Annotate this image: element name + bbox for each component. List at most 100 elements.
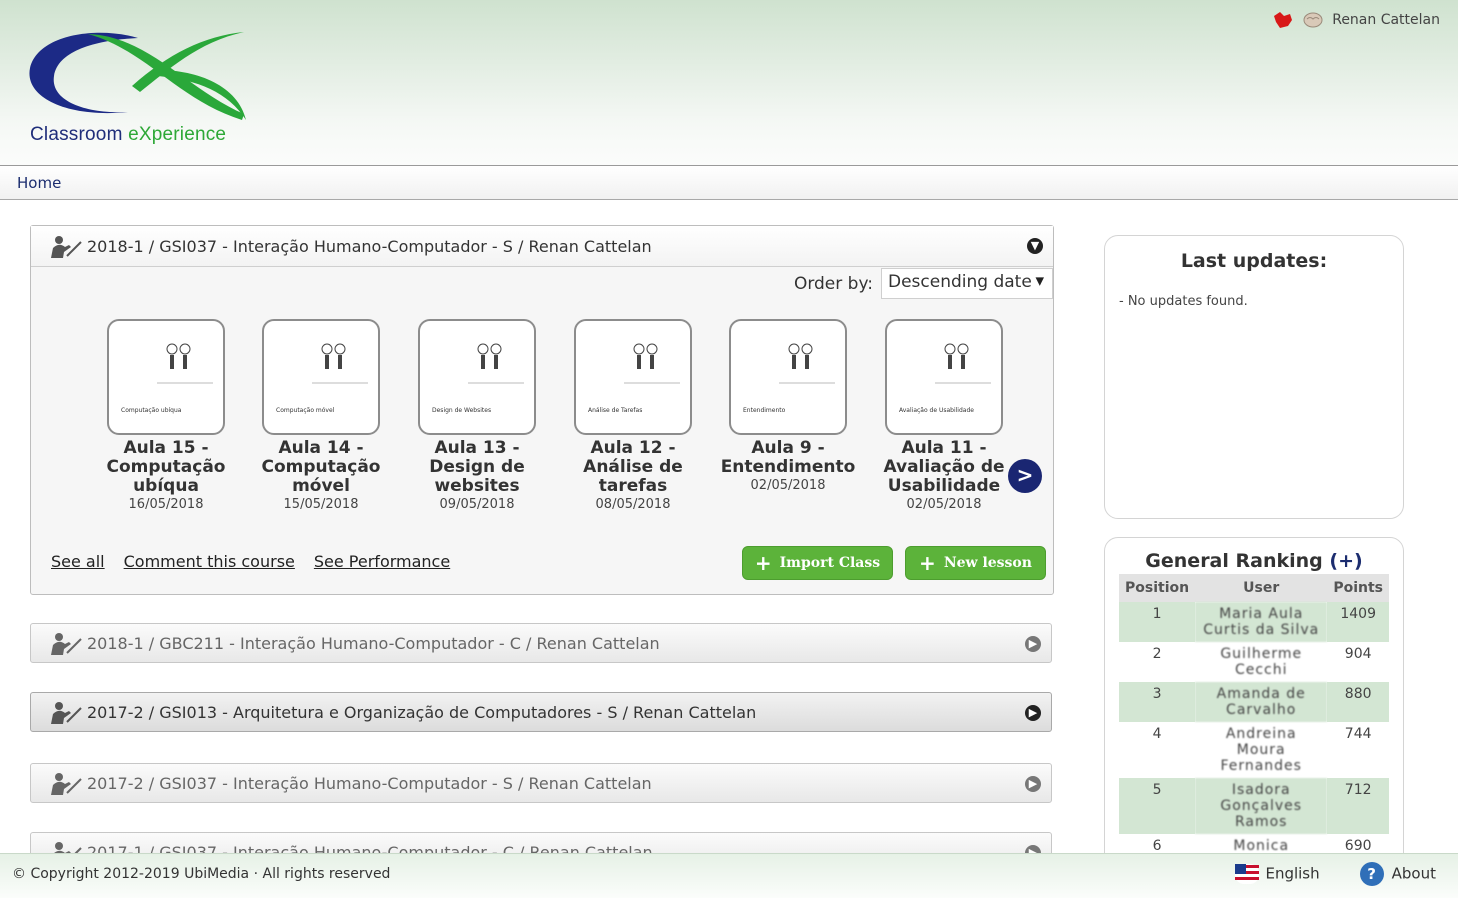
lesson-card[interactable]: Análise de Tarefas Aula 12 - Análise de ta… [555,319,711,512]
ranking-user[interactable]: Maria Aula Curtis da Silva [1195,602,1328,642]
course-title: 2017-2 / GSI037 - Interação Humano-Compu… [87,773,652,793]
teacher-icon [51,236,82,258]
import-class-button[interactable]: + Import Class [742,546,893,580]
col-user: User [1195,574,1328,602]
thumb-label: Design de Websites [432,407,492,414]
lesson-thumbnail[interactable]: Computação ubíqua [107,319,225,435]
lesson-title: Aula 9 - Entendimento [720,438,856,477]
lesson-card[interactable]: Computação móvel Aula 14 - Computação móve… [243,319,399,512]
carousel-next-button[interactable]: > [1008,459,1042,493]
lesson-date: 16/05/2018 [128,497,204,512]
lesson-thumbnail[interactable]: Computação móvel [262,319,380,435]
see-performance-link[interactable]: See Performance [314,552,450,571]
ranking-header-row: Position User Points [1119,574,1389,602]
lesson-thumbnail[interactable]: Análise de Tarefas [574,319,692,435]
order-select-value: Descending date [888,272,1032,292]
lesson-title: Aula 11 - Avaliação de Usabilidade [883,438,1005,496]
table-row: 4 Andreina Moura Fernandes 744 [1119,722,1389,778]
last-updates-title: Last updates: [1180,250,1328,272]
page-header: Classroom eXperience Renan Cattelan [0,0,1458,166]
plus-icon: + [754,551,772,575]
course-panel-collapsed[interactable]: 2017-2 / GSI013 - Arquitetura e Organiza… [30,692,1052,732]
ranking-more-link[interactable]: (+) [1329,550,1362,572]
order-select[interactable]: Descending date [881,268,1053,299]
ranking-title-text: General Ranking [1145,550,1323,572]
last-updates-panel: Last updates: - No updates found. [1104,235,1404,519]
lesson-title: Aula 13 - Design de websites [429,438,525,496]
ranking-user[interactable]: Andreina Moura Fernandes [1195,722,1327,778]
import-class-label: Import Class [779,555,881,571]
table-row: 3 Amanda de Carvalho 880 [1119,682,1389,722]
lesson-carousel: Computação ubíqua Aula 15 - Computação ubí… [88,319,1042,519]
user-name[interactable]: Renan Cattelan [1332,12,1440,28]
notification-state-icon[interactable] [1272,10,1294,30]
about-label: About [1391,864,1436,883]
teacher-icon [51,702,82,724]
course-title: 2017-2 / GSI013 - Arquitetura e Organiza… [87,702,757,722]
lesson-date: 09/05/2018 [439,497,515,512]
classroom-experience-logo[interactable]: Classroom eXperience [28,30,248,155]
copyright-text: © Copyright 2012-2019 UbiMedia · All rig… [12,866,391,882]
teacher-icon [51,773,82,795]
course-panel-open: 2018-1 / GSI037 - Interação Humano-Compu… [30,225,1054,595]
ranking-user[interactable]: Isadora Gonçalves Ramos [1195,778,1328,834]
ranking-user[interactable]: Amanda de Carvalho [1195,682,1328,722]
lesson-thumbnail[interactable]: Avaliação de Usabilidade [885,319,1003,435]
ranking-user[interactable]: Guilherme Cecchi [1195,642,1327,682]
about-link[interactable]: ? About [1359,862,1436,886]
home-link[interactable]: Home [17,174,61,192]
teacher-icon [51,633,82,655]
see-all-link[interactable]: See all [51,552,105,571]
ranking-title: General Ranking (+) [1105,550,1403,572]
lesson-date: 02/05/2018 [750,478,826,493]
order-control: Order by: Descending date [794,268,1053,299]
breadcrumb-bar: Home [0,166,1458,200]
ranking-table: Position User Points 1 Maria Aula Curtis … [1119,574,1389,868]
col-position: Position [1119,574,1196,602]
user-area: Renan Cattelan [1272,10,1440,30]
lesson-date: 08/05/2018 [595,497,671,512]
course-title: 2018-1 / GBC211 - Interação Humano-Compu… [87,633,660,653]
thumb-label: Avaliação de Usabilidade [899,407,974,414]
expand-arrow-icon[interactable]: ▶ [1025,636,1041,652]
lesson-date: 02/05/2018 [906,497,982,512]
thumb-label: Análise de Tarefas [588,407,643,414]
collapse-arrow-icon[interactable]: ▼ [1027,238,1043,254]
course-panel-collapsed[interactable]: 2017-2 / GSI037 - Interação Humano-Compu… [30,763,1052,803]
ranking-panel: General Ranking (+) Position User Points… [1104,537,1404,869]
plus-icon: + [919,551,936,575]
lesson-card[interactable]: Computação ubíqua Aula 15 - Computação ubí… [88,319,244,512]
logo-mark [29,32,246,120]
us-flag-icon [1235,864,1260,884]
footer-links: English ? About [1235,862,1436,886]
brain-avatar-icon[interactable] [1302,10,1324,30]
new-lesson-button[interactable]: + New lesson [905,546,1046,580]
comment-course-link[interactable]: Comment this course [124,552,295,571]
lesson-title: Aula 12 - Análise de tarefas [583,438,683,496]
lesson-card[interactable]: Entendimento Aula 9 - Entendimento 02/05/… [710,319,866,493]
thumb-label: Computação ubíqua [121,407,182,414]
course-panel-collapsed[interactable]: 2018-1 / GBC211 - Interação Humano-Compu… [30,623,1052,663]
lesson-card[interactable]: Avaliação de Usabilidade Aula 11 - Avalia… [866,319,1022,512]
expand-arrow-icon[interactable]: ▶ [1025,776,1041,792]
lesson-slide-icon [468,343,524,384]
lesson-title: Aula 14 - Computação móvel [261,438,381,496]
lesson-slide-icon [935,343,991,384]
logo-text: Classroom eXperience [30,124,227,145]
lesson-slide-icon [312,343,368,384]
expand-arrow-icon[interactable]: ▶ [1025,705,1041,721]
lesson-title: Aula 15 - Computação ubíqua [106,438,226,496]
language-label: English [1265,864,1320,883]
lesson-slide-icon [157,343,213,384]
help-icon: ? [1359,862,1384,886]
lesson-thumbnail[interactable]: Entendimento [729,319,847,435]
lesson-card[interactable]: Design de Websites Aula 13 - Design de web… [399,319,555,512]
language-selector[interactable]: English [1235,864,1320,884]
lesson-thumbnail[interactable]: Design de Websites [418,319,536,435]
thumb-label: Computação móvel [276,407,335,414]
course-header[interactable]: 2018-1 / GSI037 - Interação Humano-Compu… [31,226,1053,267]
course-title: 2018-1 / GSI037 - Interação Humano-Compu… [87,236,652,256]
order-label: Order by: [793,273,873,294]
thumb-label: Entendimento [743,407,786,414]
lesson-date: 15/05/2018 [283,497,359,512]
